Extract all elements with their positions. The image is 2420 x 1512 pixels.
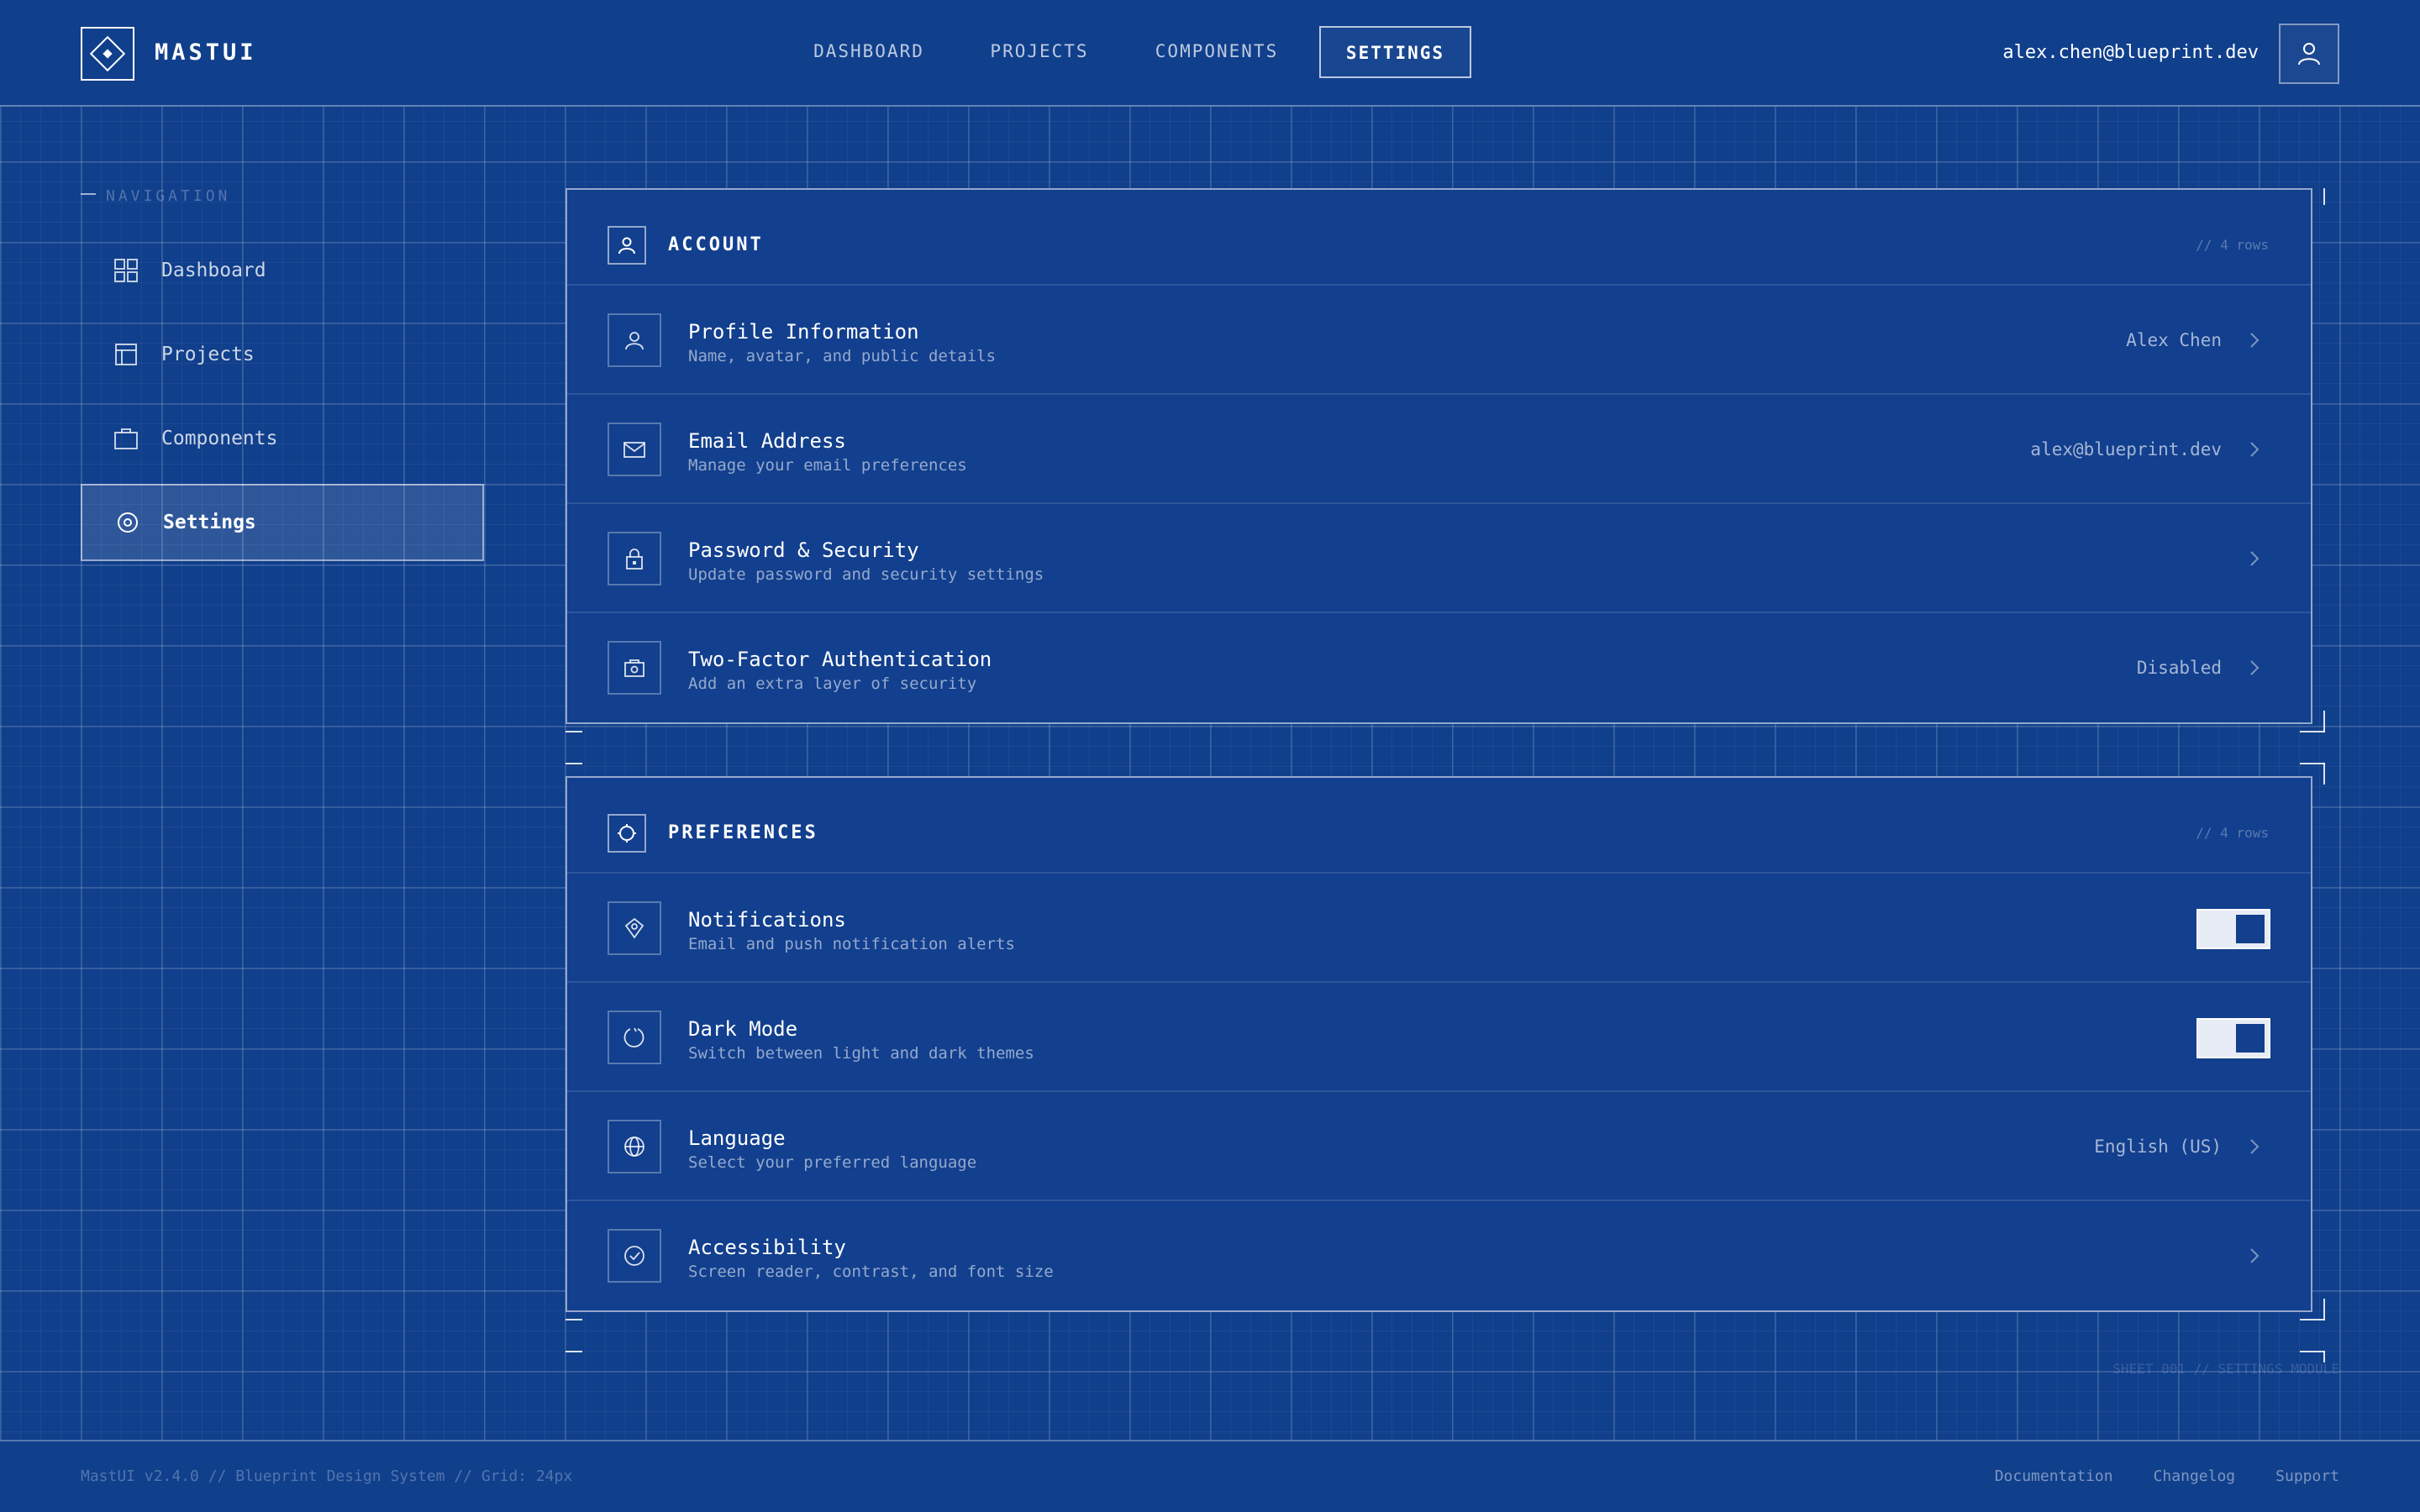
row-description: Select your preferred language (688, 1153, 977, 1172)
check-circle-icon (608, 1229, 661, 1283)
sidebar-item-components[interactable]: Components (81, 400, 484, 477)
row-title: Profile Information (688, 320, 919, 344)
footer-link-support[interactable]: Support (2275, 1467, 2339, 1487)
topnav-dashboard[interactable]: DASHBOARD (798, 26, 939, 78)
mail-icon (608, 423, 661, 476)
shield-icon (608, 641, 661, 695)
box-icon (114, 428, 138, 449)
row-description: Manage your email preferences (688, 456, 967, 475)
row-description: Email and push notification alerts (688, 935, 1015, 953)
settings-row-password[interactable]: Password & Security Update password and … (567, 504, 2311, 613)
sliders-icon (608, 814, 646, 853)
footer-link-documentation[interactable]: Documentation (1995, 1467, 2113, 1487)
row-description: Screen reader, contrast, and font size (688, 1263, 1054, 1281)
user-email: alex.chen@blueprint.dev (2002, 42, 2259, 63)
row-description: Name, avatar, and public details (688, 347, 997, 365)
chevron-right-icon[interactable] (2242, 328, 2267, 353)
row-title: Email Address (688, 429, 846, 453)
layout-icon (115, 344, 137, 365)
row-title: Accessibility (688, 1236, 846, 1259)
footer: MastUI v2.4.0 // Blueprint Design System… (0, 1440, 2420, 1512)
version-info: MastUI v2.4.0 // Blueprint Design System… (81, 1467, 573, 1485)
panel-row-count: // 4 rows (2196, 237, 2269, 253)
topnav-components[interactable]: COMPONENTS (1139, 26, 1295, 78)
sidebar-item-projects[interactable]: Projects (81, 316, 484, 393)
topnav-projects[interactable]: PROJECTS (977, 26, 1102, 78)
row-description: Update password and security settings (688, 565, 1044, 584)
row-title: Notifications (688, 908, 846, 932)
chevron-right-icon[interactable] (2242, 1134, 2267, 1159)
panel-row-count: // 4 rows (2196, 825, 2269, 841)
lock-icon (608, 532, 661, 585)
user-icon (608, 313, 661, 367)
preferences-panel-header: PREFERENCES // 4 rows (567, 778, 2311, 874)
row-title: Password & Security (688, 538, 919, 562)
moon-icon (608, 1011, 661, 1064)
topnav-settings[interactable]: SETTINGS (1319, 26, 1471, 78)
toggle-knob (2236, 915, 2265, 943)
sidebar-heading: NAVIGATION (81, 186, 230, 207)
bell-icon (608, 901, 661, 955)
chevron-right-icon[interactable] (2242, 1243, 2267, 1268)
user-icon (2298, 43, 2320, 66)
sidebar-item-label: Components (161, 428, 278, 449)
settings-row-profile[interactable]: Profile Information Name, avatar, and pu… (567, 286, 2311, 395)
account-panel-header: ACCOUNT // 4 rows (567, 190, 2311, 286)
globe-icon (608, 1120, 661, 1173)
account-panel: ACCOUNT // 4 rows Profile Information Na… (566, 188, 2312, 724)
user-avatar-button[interactable] (2279, 24, 2339, 84)
settings-row-email[interactable]: Email Address Manage your email preferen… (567, 395, 2311, 504)
sheet-label: SHEET 001 // SETTINGS MODULE (2112, 1361, 2339, 1377)
sidebar-item-label: Settings (163, 512, 256, 533)
notifications-toggle[interactable] (2196, 909, 2270, 949)
settings-row-accessibility[interactable]: Accessibility Screen reader, contrast, a… (567, 1201, 2311, 1310)
dark-mode-toggle[interactable] (2196, 1018, 2270, 1058)
panel-title: PREFERENCES (668, 822, 818, 843)
user-icon (608, 226, 646, 265)
row-title: Two-Factor Authentication (688, 648, 992, 671)
row-description: Switch between light and dark themes (688, 1044, 1034, 1063)
chevron-right-icon[interactable] (2242, 437, 2267, 462)
panel-title: ACCOUNT (668, 234, 764, 255)
row-title: Language (688, 1126, 786, 1150)
preferences-panel: PREFERENCES // 4 rows Notifications Emai… (566, 776, 2312, 1312)
sidebar-item-label: Dashboard (161, 260, 266, 281)
settings-row-notifications[interactable]: Notifications Email and push notificatio… (567, 874, 2311, 983)
row-description: Add an extra layer of security (688, 675, 977, 693)
chevron-right-icon[interactable] (2242, 546, 2267, 571)
status-value: Disabled (2136, 658, 2222, 678)
settings-row-language[interactable]: Language Select your preferred language … (567, 1092, 2311, 1201)
grid-icon (114, 259, 138, 282)
sidebar-item-dashboard[interactable]: Dashboard (81, 232, 484, 309)
settings-row-two-factor[interactable]: Two-Factor Authentication Add an extra l… (567, 613, 2311, 722)
row-title: Dark Mode (688, 1017, 798, 1041)
settings-row-dark-mode[interactable]: Dark Mode Switch between light and dark … (567, 983, 2311, 1092)
footer-links: Documentation Changelog Support (1995, 1467, 2339, 1487)
gear-icon (118, 512, 138, 533)
chevron-right-icon[interactable] (2242, 655, 2267, 680)
row-value: English (US) (2094, 1137, 2222, 1157)
top-header: MASTUI DASHBOARD PROJECTS COMPONENTS SET… (0, 0, 2420, 107)
row-value: Alex Chen (2126, 330, 2222, 350)
toggle-knob (2236, 1024, 2265, 1053)
row-value: alex@blueprint.dev (2030, 439, 2222, 459)
footer-link-changelog[interactable]: Changelog (2154, 1467, 2236, 1487)
sidebar-item-settings[interactable]: Settings (81, 484, 484, 561)
sidebar-item-label: Projects (161, 344, 255, 365)
